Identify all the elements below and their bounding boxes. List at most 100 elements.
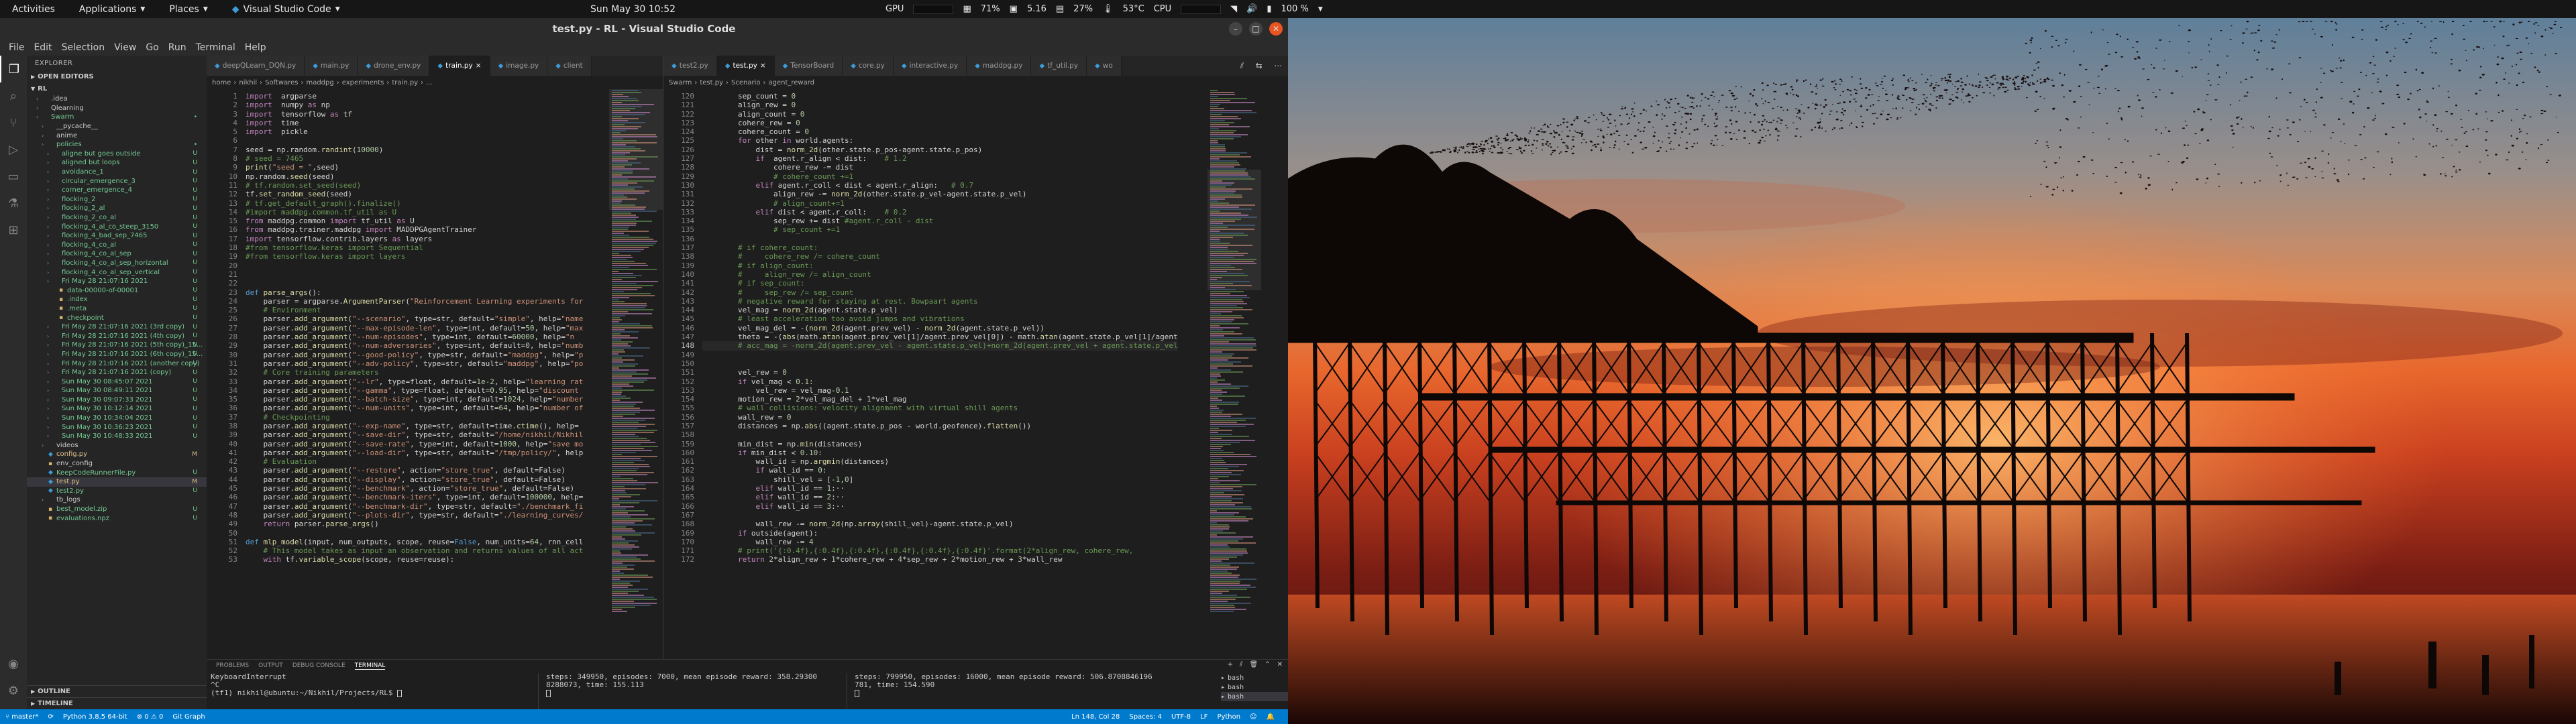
app-menu[interactable]: ◆ Visual Studio Code ▼ xyxy=(220,4,352,15)
tree-file[interactable]: ▪ checkpoint U xyxy=(27,313,207,322)
tree-folder[interactable]: › Sun May 30 09:07:33 2021 U xyxy=(27,396,207,405)
tree-folder[interactable]: › Sun May 30 10:48:33 2021 U xyxy=(27,432,207,441)
system-menu-chevron-icon[interactable]: ▼ xyxy=(1318,6,1323,13)
tree-folder[interactable]: › flocking_4_bad_sep_7465 U xyxy=(27,231,207,241)
tree-file[interactable]: ▪ evaluations.npz U xyxy=(27,514,207,523)
accounts-icon[interactable]: ◉ xyxy=(0,650,27,677)
tree-folder[interactable]: › avoidance_1 U xyxy=(27,168,207,177)
editor-tab[interactable]: ◆ test.py × xyxy=(716,56,775,76)
tree-folder[interactable]: › flocking_4_co_al_sep_vertical U xyxy=(27,267,207,277)
tree-folder[interactable]: › Fri May 28 21:07:16 2021 (copy) U xyxy=(27,368,207,377)
editor-tab[interactable]: ◆ test2.py xyxy=(663,56,717,76)
editor-tab[interactable]: ◆ tf_util.py xyxy=(1031,56,1087,76)
tree-folder[interactable]: › Sun May 30 10:34:04 2021 U xyxy=(27,414,207,423)
menu-view[interactable]: View xyxy=(109,42,141,53)
close-tab-icon[interactable]: × xyxy=(476,62,482,70)
outline-section[interactable]: ▶ OUTLINE xyxy=(27,685,207,697)
terminal-pane-1[interactable]: KeyboardInterrupt ^C (tf1) nikhil@ubuntu… xyxy=(207,673,408,710)
tree-folder[interactable]: › flocking_2_al U xyxy=(27,204,207,213)
panel-tab-terminal[interactable]: TERMINAL xyxy=(354,662,386,670)
right-code-editor[interactable]: 120 121 122 123 124 125 126 127 128 129 130 131 132 1… xyxy=(663,89,1208,659)
editor-tab[interactable]: ◆ core.py xyxy=(843,56,894,76)
applications-menu[interactable]: Applications ▼ xyxy=(67,4,157,15)
tree-folder[interactable]: › Qlearning xyxy=(27,104,207,113)
tree-folder[interactable]: › .idea xyxy=(27,95,207,104)
editor-tab[interactable]: ◆ main.py xyxy=(305,56,358,76)
tree-folder[interactable]: › anime xyxy=(27,131,207,140)
editor-tab[interactable]: ◆ wo xyxy=(1087,56,1122,76)
breadcrumb-item[interactable]: ... xyxy=(426,79,433,86)
tree-folder[interactable]: › flocking_4_co_al U xyxy=(27,241,207,250)
terminal-list-item[interactable]: ▸ bash xyxy=(1221,682,1288,692)
source-control-icon[interactable]: ⑂ xyxy=(0,109,27,136)
maximize-panel-icon[interactable]: ⌃ xyxy=(1265,661,1270,668)
breadcrumb-item[interactable]: test.py xyxy=(700,79,723,86)
menu-selection[interactable]: Selection xyxy=(57,42,110,53)
tree-file[interactable]: ▪ best_model.zip U xyxy=(27,505,207,514)
tree-file[interactable]: ▪ data-00000-of-00001 U xyxy=(27,286,207,295)
feedback-icon[interactable]: ☺ xyxy=(1250,713,1256,721)
breadcrumb-item[interactable]: Softwares xyxy=(265,79,298,86)
testing-icon[interactable]: ⚗ xyxy=(0,190,27,217)
battery-icon[interactable]: ▮ xyxy=(1267,4,1271,14)
tree-folder[interactable]: › Sun May 30 08:45:07 2021 U xyxy=(27,377,207,386)
places-menu[interactable]: Places ▼ xyxy=(157,4,219,15)
tree-file[interactable]: ◆ config.py M xyxy=(27,450,207,459)
tree-folder[interactable]: › flocking_4_al_co_steep_3150 U xyxy=(27,222,207,231)
close-tab-icon[interactable]: × xyxy=(760,62,766,70)
tree-file[interactable]: ▪ .meta U xyxy=(27,304,207,314)
tree-folder[interactable]: › flocking_4_co_al_sep_horizontal U xyxy=(27,259,207,268)
more-actions-icon[interactable]: ⋯ xyxy=(1274,61,1282,70)
end-of-line[interactable]: LF xyxy=(1200,713,1208,721)
settings-gear-icon[interactable]: ⚙ xyxy=(0,677,27,704)
menu-edit[interactable]: Edit xyxy=(29,42,56,53)
split-editor-icon[interactable]: ⫽ xyxy=(1240,61,1244,71)
tree-file[interactable]: ◆ test2.py U xyxy=(27,487,207,496)
tree-folder[interactable]: › Swarm • xyxy=(27,113,207,122)
indentation[interactable]: Spaces: 4 xyxy=(1129,713,1162,721)
editor-tab[interactable]: ◆ image.py xyxy=(490,56,548,76)
tree-file[interactable]: ◆ KeepCodeRunnerFile.py U xyxy=(27,468,207,477)
tree-file[interactable]: ▪ env_config xyxy=(27,459,207,469)
tree-folder[interactable]: › Sun May 30 10:12:14 2021 U xyxy=(27,404,207,414)
language-mode[interactable]: Python xyxy=(1217,713,1240,721)
tree-folder[interactable]: › flocking_4_co_al_sep U xyxy=(27,249,207,259)
left-minimap[interactable] xyxy=(609,89,663,659)
editor-tab[interactable]: ◆ interactive.py xyxy=(893,56,967,76)
cpu-indicator[interactable]: CPU xyxy=(1154,4,1171,14)
activities-button[interactable]: Activities xyxy=(0,4,67,15)
tree-folder[interactable]: › Fri May 28 21:07:16 2021 (5th copy)_15.… xyxy=(27,341,207,350)
volume-icon[interactable]: 🔊 xyxy=(1246,4,1257,14)
minimap-viewport[interactable] xyxy=(609,89,663,210)
right-minimap[interactable] xyxy=(1208,89,1261,659)
tree-folder[interactable]: › Fri May 28 21:07:16 2021 (6th copy)_15.… xyxy=(27,350,207,359)
tree-folder[interactable]: › Fri May 28 21:07:16 2021 U xyxy=(27,277,207,286)
menu-help[interactable]: Help xyxy=(240,42,271,53)
breadcrumb-item[interactable]: maddpg xyxy=(306,79,333,86)
breadcrumb-item[interactable]: Swarm xyxy=(669,79,692,86)
editor-tab[interactable]: ◆ TensorBoard xyxy=(774,56,843,76)
encoding[interactable]: UTF-8 xyxy=(1171,713,1191,721)
terminal-split-divider[interactable] xyxy=(538,673,539,710)
tree-folder[interactable]: › corner_emergence_4 U xyxy=(27,186,207,195)
breadcrumb-item[interactable]: Scenario xyxy=(731,79,760,86)
tree-folder[interactable]: › Sun May 30 10:36:23 2021 U xyxy=(27,422,207,432)
tree-folder[interactable]: › flocking_2_co_al U xyxy=(27,213,207,223)
search-icon[interactable]: ⌕ xyxy=(0,82,27,109)
tree-folder[interactable]: › tb_logs xyxy=(27,495,207,505)
editor-tab[interactable]: ◆ maddpg.py xyxy=(967,56,1032,76)
python-interpreter[interactable]: Python 3.8.5 64-bit xyxy=(63,713,127,721)
left-code-editor[interactable]: 1 2 3 4 5 6 7 8 9 10 11 12 13 14 15 16 17 18 19 20 21 22 23 24 2… xyxy=(207,89,609,659)
terminal-list-item[interactable]: ▸ bash xyxy=(1221,692,1288,701)
panel-tab-problems[interactable]: PROBLEMS xyxy=(216,662,249,669)
tree-folder[interactable]: › flocking_2 U xyxy=(27,195,207,204)
close-button[interactable]: ✕ xyxy=(1269,22,1283,36)
gpu-indicator[interactable]: GPU xyxy=(885,4,904,14)
run-debug-icon[interactable]: ▷ xyxy=(0,136,27,163)
cursor-position[interactable]: Ln 148, Col 28 xyxy=(1071,713,1120,721)
tree-file[interactable]: ▪ .index U xyxy=(27,295,207,304)
tree-folder[interactable]: › Sun May 30 08:49:11 2021 U xyxy=(27,386,207,396)
tree-folder[interactable]: › Fri May 28 21:07:16 2021 (another copy)… xyxy=(27,359,207,368)
wifi-icon[interactable]: ◥ xyxy=(1230,4,1237,14)
tree-folder[interactable]: › circular_emergence_3 U xyxy=(27,176,207,186)
